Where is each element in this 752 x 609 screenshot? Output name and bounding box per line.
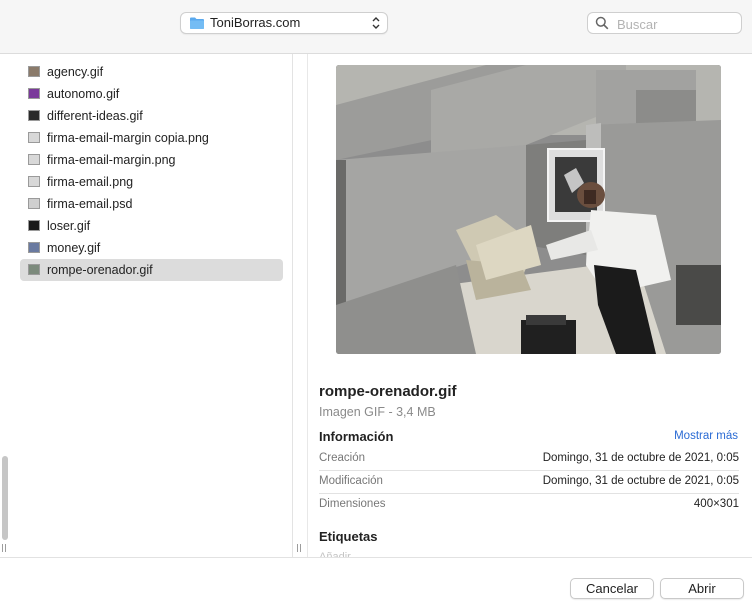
file-name: loser.gif xyxy=(47,219,91,233)
file-name: rompe-orenador.gif xyxy=(47,263,153,277)
file-row[interactable]: money.gif xyxy=(20,237,283,259)
file-thumbnail-icon xyxy=(28,132,40,143)
folder-icon xyxy=(189,16,205,35)
file-thumbnail-icon xyxy=(28,88,40,99)
meta-value: Domingo, 31 de octubre de 2021, 0:05 xyxy=(542,475,739,487)
show-more-link[interactable]: Mostrar más xyxy=(674,430,738,442)
search-icon xyxy=(595,16,609,35)
file-row[interactable]: agency.gif xyxy=(20,61,283,83)
meta-row-dimensions: Dimensiones 400×301 xyxy=(319,494,739,517)
file-name: firma-email-margin.png xyxy=(47,153,176,167)
scrollbar-thumb[interactable] xyxy=(2,456,8,540)
file-name: firma-email-margin copia.png xyxy=(47,131,209,145)
file-thumbnail-icon xyxy=(28,198,40,209)
meta-value: Domingo, 31 de octubre de 2021, 0:05 xyxy=(542,452,739,464)
file-row[interactable]: firma-email-margin copia.png xyxy=(20,127,283,149)
meta-label: Dimensiones xyxy=(319,498,386,510)
file-row[interactable]: rompe-orenador.gif xyxy=(20,259,283,281)
meta-label: Modificación xyxy=(319,475,383,487)
file-row[interactable]: autonomo.gif xyxy=(20,83,283,105)
file-row[interactable]: firma-email-margin.png xyxy=(20,149,283,171)
chevron-updown-icon xyxy=(371,16,381,35)
column-resize-handle[interactable] xyxy=(296,544,302,552)
file-name: autonomo.gif xyxy=(47,87,120,101)
preview-pane: rompe-orenador.gif Imagen GIF - 3,4 MB I… xyxy=(307,54,752,557)
toolbar: ToniBorras.com xyxy=(0,0,752,54)
dialog-footer: Cancelar Abrir xyxy=(0,557,752,609)
file-list: agency.gif autonomo.gif different-ideas.gi… xyxy=(20,61,283,281)
file-name: agency.gif xyxy=(47,65,104,79)
open-button[interactable]: Abrir xyxy=(660,578,744,599)
file-thumbnail-icon xyxy=(28,242,40,253)
file-name: different-ideas.gif xyxy=(47,109,143,123)
column-resize-handle[interactable] xyxy=(1,544,7,552)
info-heading: Información xyxy=(319,429,394,444)
meta-row-created: Creación Domingo, 31 de octubre de 2021,… xyxy=(319,448,739,471)
file-row[interactable]: loser.gif xyxy=(20,215,283,237)
meta-value: 400×301 xyxy=(693,498,739,510)
file-thumbnail-icon xyxy=(28,220,40,231)
file-browser-column: agency.gif autonomo.gif different-ideas.gi… xyxy=(0,54,301,557)
file-name: firma-email.psd xyxy=(47,197,133,211)
file-row[interactable]: firma-email.psd xyxy=(20,193,283,215)
preview-file-kind-size: Imagen GIF - 3,4 MB xyxy=(319,405,436,419)
file-name: firma-email.png xyxy=(47,175,134,189)
preview-image xyxy=(336,65,721,354)
meta-row-modified: Modificación Domingo, 31 de octubre de 2… xyxy=(319,471,739,494)
tags-heading: Etiquetas xyxy=(319,529,378,544)
file-thumbnail-icon xyxy=(28,110,40,121)
search-field[interactable] xyxy=(587,12,742,34)
file-row[interactable]: different-ideas.gif xyxy=(20,105,283,127)
file-name: money.gif xyxy=(47,241,101,255)
cancel-button[interactable]: Cancelar xyxy=(570,578,654,599)
file-row[interactable]: firma-email.png xyxy=(20,171,283,193)
file-thumbnail-icon xyxy=(28,66,40,77)
preview-file-name: rompe-orenador.gif xyxy=(319,383,457,400)
search-input[interactable] xyxy=(615,14,739,34)
file-thumbnail-icon xyxy=(28,264,40,275)
location-popup[interactable]: ToniBorras.com xyxy=(180,12,388,34)
file-thumbnail-icon xyxy=(28,154,40,165)
file-thumbnail-icon xyxy=(28,176,40,187)
meta-label: Creación xyxy=(319,452,366,464)
location-label: ToniBorras.com xyxy=(210,15,301,30)
